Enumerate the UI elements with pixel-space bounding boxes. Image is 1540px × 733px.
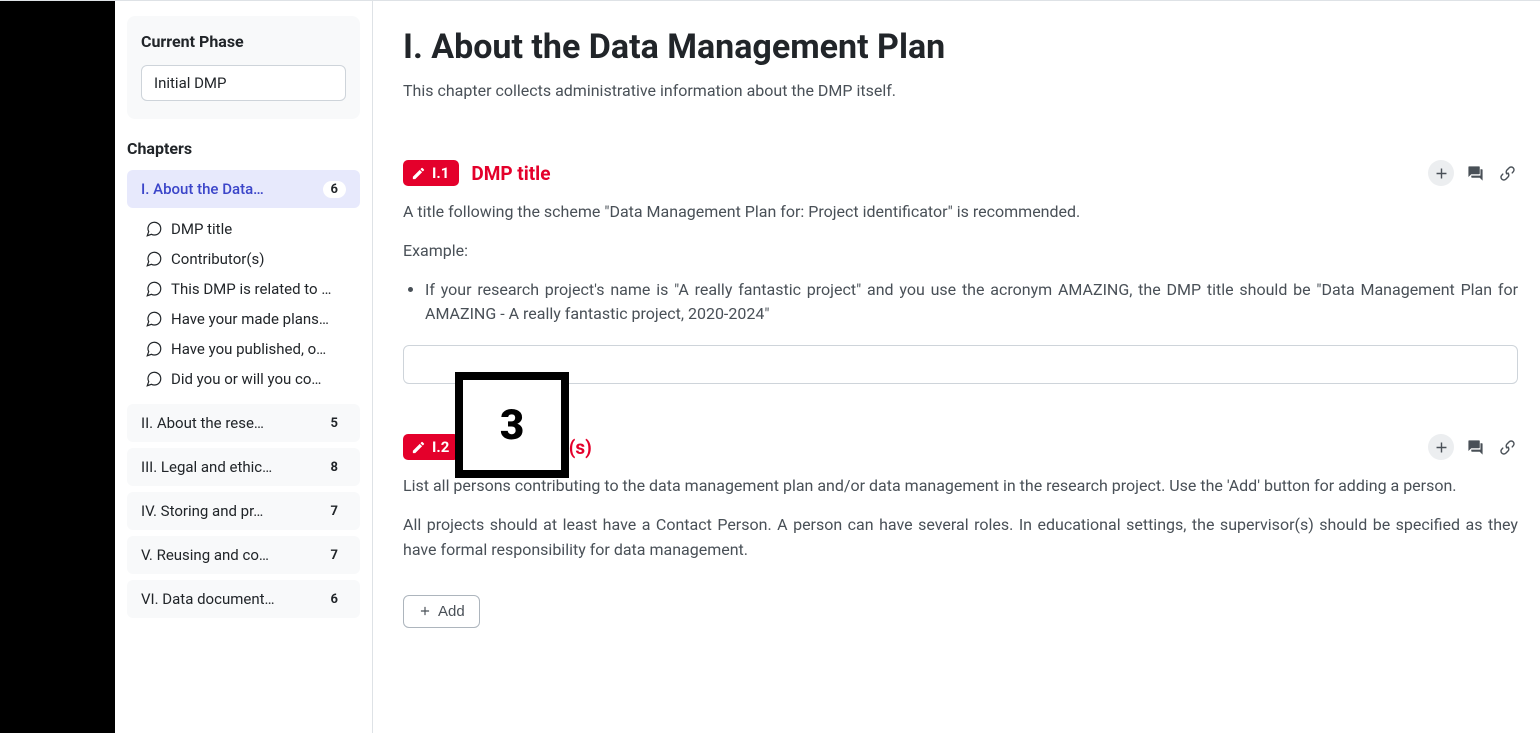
chapter-label: VI. Data document…: [141, 590, 315, 608]
chapter-list: I. About the Data… 6 DMP title Contribut…: [115, 170, 372, 618]
comment-icon: [145, 280, 163, 298]
question-link-dmp-title[interactable]: DMP title: [127, 214, 360, 244]
desc-p2: All projects should at least have a Cont…: [403, 513, 1518, 563]
question-number: I.2: [432, 438, 449, 456]
chapter-item-legal-ethics[interactable]: III. Legal and ethic… 8: [127, 448, 360, 486]
phase-select[interactable]: Initial DMP: [141, 65, 346, 101]
question-description: List all persons contributing to the dat…: [403, 474, 1518, 562]
comment-icon: [145, 250, 163, 268]
chapter-item-reusing[interactable]: V. Reusing and co… 7: [127, 536, 360, 574]
question-label: Contributor(s): [171, 250, 354, 268]
link-icon: [1499, 165, 1516, 182]
link-button[interactable]: [1496, 436, 1518, 458]
chapter-badge: 7: [323, 547, 346, 564]
dmp-title-input[interactable]: [403, 345, 1518, 384]
chapter-label: V. Reusing and co…: [141, 546, 315, 564]
question-header: I.1 DMP title: [403, 160, 1518, 186]
page-title: I. About the Data Management Plan: [403, 27, 1518, 67]
chapter-badge: 6: [323, 591, 346, 608]
left-black-panel: [0, 1, 115, 733]
add-todo-button[interactable]: [1428, 434, 1454, 460]
phase-card: Current Phase Initial DMP: [127, 16, 360, 119]
add-label: Add: [438, 603, 465, 620]
question-link-made-plans[interactable]: Have your made plans…: [127, 304, 360, 334]
link-button[interactable]: [1496, 162, 1518, 184]
chapter-badge: 7: [323, 503, 346, 520]
question-link-published[interactable]: Have you published, o…: [127, 334, 360, 364]
add-todo-button[interactable]: [1428, 160, 1454, 186]
question-label: Did you or will you co…: [171, 370, 354, 388]
chapter-label: II. About the rese…: [141, 414, 315, 432]
chapter-item-about-research[interactable]: II. About the rese… 5: [127, 404, 360, 442]
question-number-badge: I.2: [403, 434, 459, 460]
chapter-badge: 6: [323, 181, 346, 198]
comment-icon: [145, 340, 163, 358]
chapter-badge: 8: [323, 459, 346, 476]
comments-icon: [1467, 439, 1484, 456]
chapter-label: I. About the Data…: [141, 180, 315, 198]
chapter-item-about-data[interactable]: I. About the Data… 6: [127, 170, 360, 208]
question-title: DMP title: [471, 162, 550, 185]
add-contributor-button[interactable]: Add: [403, 595, 480, 628]
question-dmp-title: I.1 DMP title A title fol: [403, 160, 1518, 384]
chapter-label: III. Legal and ethic…: [141, 458, 315, 476]
plus-icon: [1433, 439, 1450, 456]
question-title: Contributor(s): [471, 436, 592, 459]
phase-label: Current Phase: [141, 32, 346, 51]
comments-icon: [1467, 165, 1484, 182]
desc-p1: A title following the scheme "Data Manag…: [403, 200, 1518, 225]
question-sublist: DMP title Contributor(s) This DMP is rel…: [127, 214, 360, 394]
question-number: I.1: [432, 164, 449, 182]
sidebar: Current Phase Initial DMP Chapters I. Ab…: [115, 1, 373, 733]
chapter-description: This chapter collects administrative inf…: [403, 81, 1518, 100]
comment-icon: [145, 370, 163, 388]
question-number-badge: I.1: [403, 160, 459, 186]
question-header: I.2 Contributor(s): [403, 434, 1518, 460]
comment-icon: [145, 310, 163, 328]
question-contributors: I.2 Contributor(s) List a: [403, 434, 1518, 627]
question-label: Have you published, o…: [171, 340, 354, 358]
desc-li1: If your research project's name is "A re…: [425, 278, 1518, 328]
question-actions: [1428, 434, 1518, 460]
plus-icon: [418, 604, 432, 618]
chapter-item-storing[interactable]: IV. Storing and pr… 7: [127, 492, 360, 530]
question-label: Have your made plans…: [171, 310, 354, 328]
question-actions: [1428, 160, 1518, 186]
main-content: I. About the Data Management Plan This c…: [373, 1, 1540, 718]
plus-icon: [1433, 165, 1450, 182]
desc-p2: Example:: [403, 239, 1518, 264]
pencil-icon: [411, 440, 426, 455]
comments-button[interactable]: [1464, 162, 1486, 184]
comment-icon: [145, 220, 163, 238]
desc-p1: List all persons contributing to the dat…: [403, 474, 1518, 499]
main-scroll[interactable]: I. About the Data Management Plan This c…: [373, 1, 1540, 733]
chapter-badge: 5: [323, 415, 346, 432]
question-label: This DMP is related to …: [171, 280, 354, 298]
link-icon: [1499, 439, 1516, 456]
question-link-contribute[interactable]: Did you or will you co…: [127, 364, 360, 394]
question-link-contributors[interactable]: Contributor(s): [127, 244, 360, 274]
chapters-label: Chapters: [115, 139, 372, 158]
comments-button[interactable]: [1464, 436, 1486, 458]
question-link-related-to[interactable]: This DMP is related to …: [127, 274, 360, 304]
question-label: DMP title: [171, 220, 354, 238]
pencil-icon: [411, 166, 426, 181]
question-description: A title following the scheme "Data Manag…: [403, 200, 1518, 327]
chapter-label: IV. Storing and pr…: [141, 502, 315, 520]
chapter-item-data-document[interactable]: VI. Data document… 6: [127, 580, 360, 618]
